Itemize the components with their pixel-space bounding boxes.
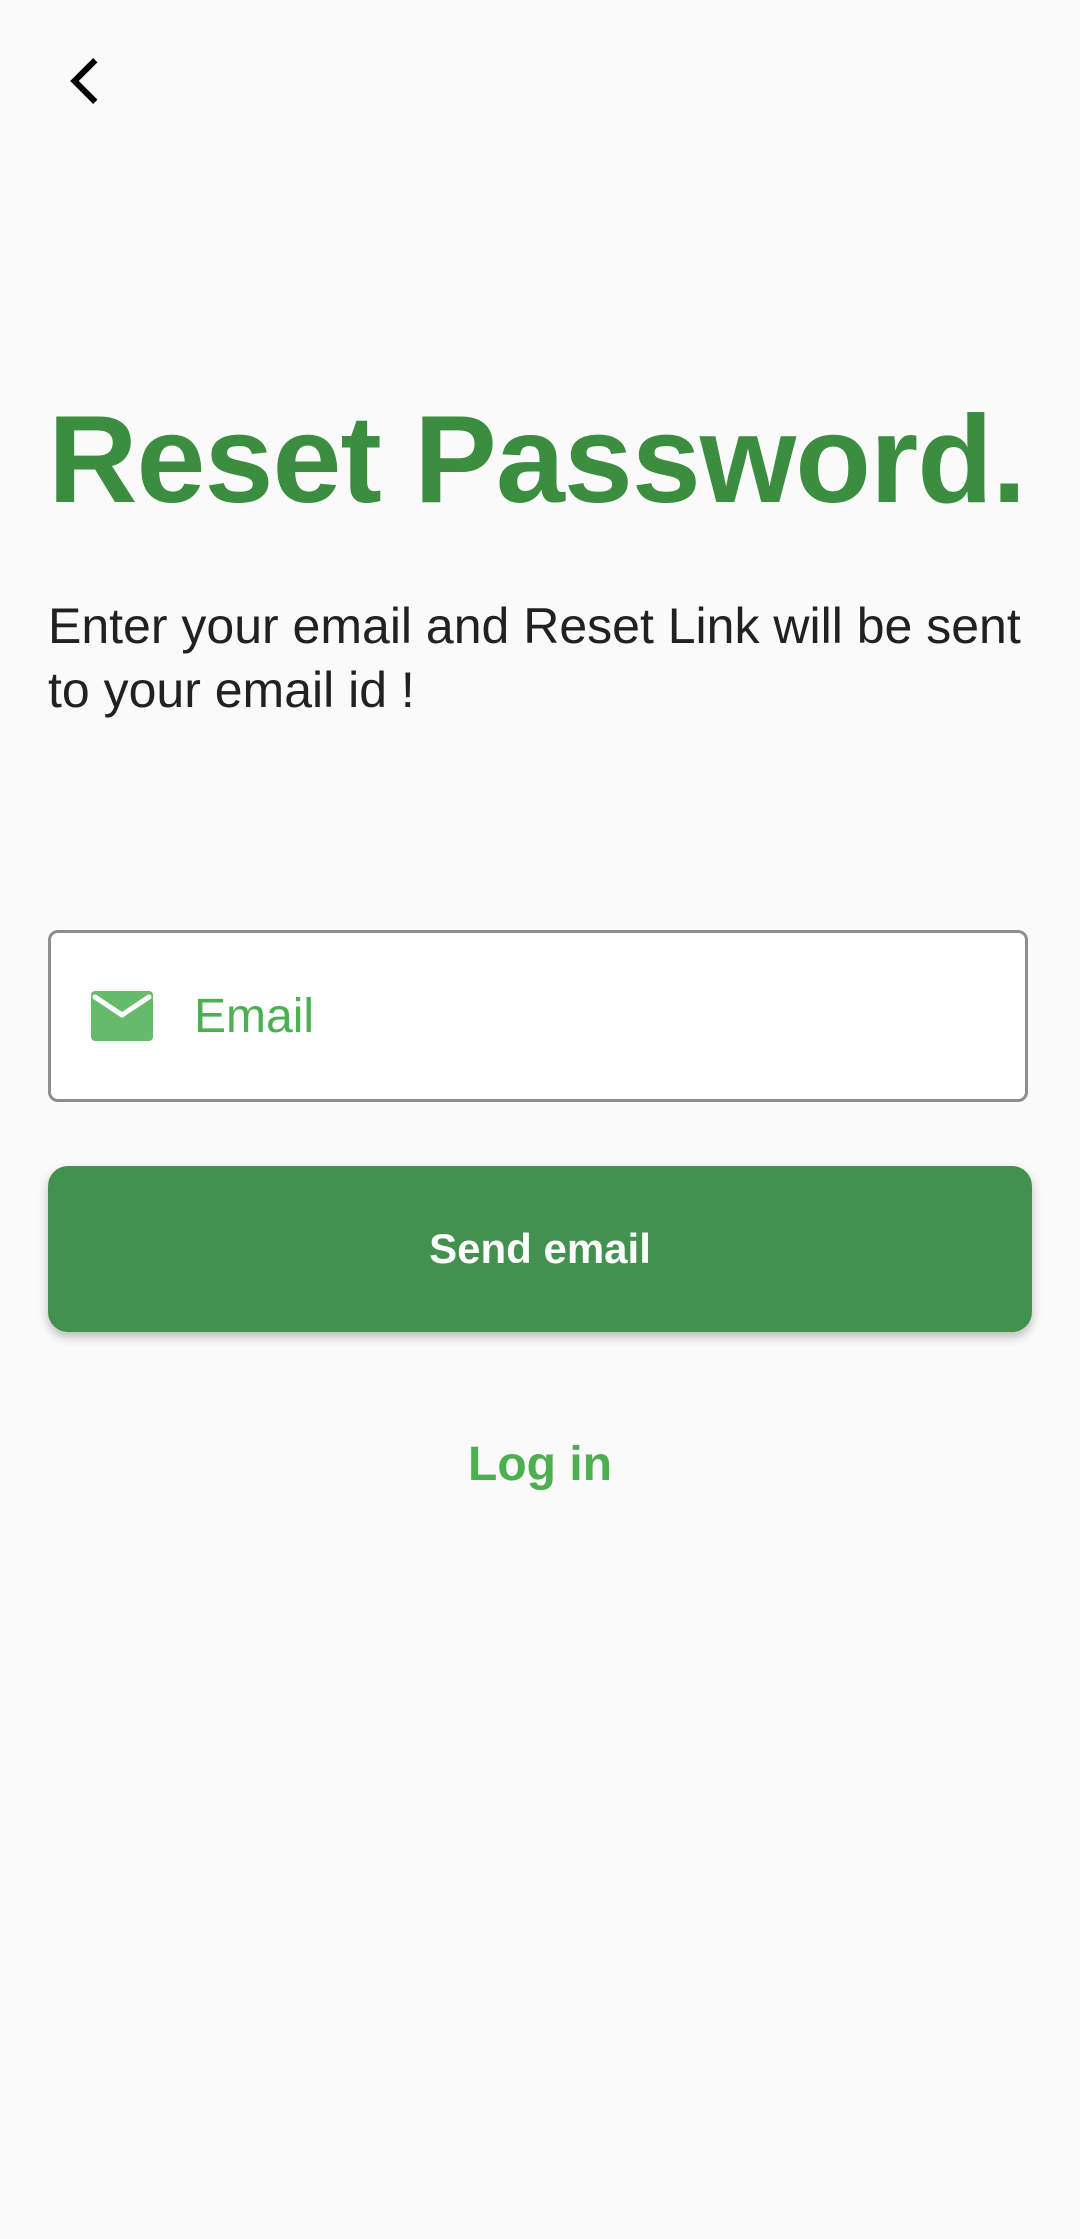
subtitle: Enter your email and Reset Link will be … <box>48 598 1021 718</box>
chevron-left-icon <box>70 58 98 104</box>
page-title: Reset Password. <box>48 391 1026 529</box>
mail-icon <box>91 991 153 1041</box>
email-field[interactable] <box>48 930 1028 1102</box>
email-input[interactable] <box>194 966 1025 1066</box>
login-link[interactable]: Log in <box>0 1430 1080 1500</box>
send-email-button[interactable]: Send email <box>48 1166 1032 1332</box>
back-button[interactable] <box>40 36 130 126</box>
